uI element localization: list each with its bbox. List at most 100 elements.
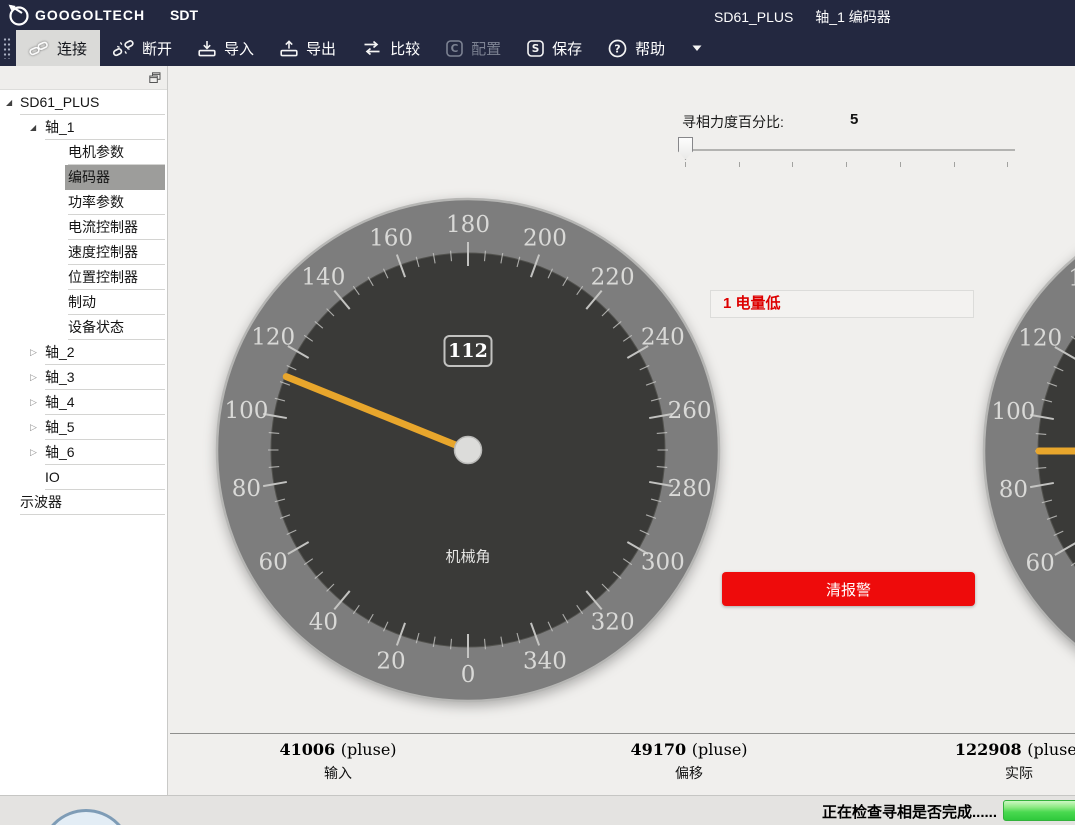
gauge-title: 机械角 [445,549,490,566]
gauge-tick-label: 0 [461,662,476,688]
broken-link-icon [113,39,134,57]
compare-button[interactable]: 比较 [349,30,433,66]
alarm-item[interactable]: 1 电量低 [723,291,781,317]
disconnect-button[interactable]: 断开 [100,30,185,66]
readout-label: 偏移 [569,763,809,783]
tree-item-label: 功率参数 [68,190,124,215]
gauge-tick-label: 60 [259,550,288,576]
save-button[interactable]: S 保存 [514,30,595,66]
toolbar-buttons: 连接断开导入导出比较 C 配置 S 保存 ?帮助 [16,30,716,66]
sidebar-item-axis-6[interactable]: ▷ 轴_6 [0,440,167,465]
tree-item-label: 制动 [68,290,96,315]
compare-icon [362,40,382,56]
config-button[interactable]: C 配置 [433,30,514,66]
gauge-tick-label: 320 [591,609,635,635]
collapse-icon[interactable]: ◢ [30,115,36,140]
readout-separator [170,733,1075,734]
readout-value: 49170 (pluse) [569,740,809,759]
context-device: SD61_PLUS [714,9,793,25]
app-name: SDT [170,7,198,23]
readout-value: 41006 (pluse) [218,740,458,759]
mechanical-angle-gauge: 0204060801001201401601802002202402602803… [208,190,728,710]
sidebar-item-power-params[interactable]: 功率参数 [0,190,167,215]
sidebar-item-sd61-plus[interactable]: ◢ SD61_PLUS [0,90,167,115]
collapse-icon[interactable]: ◢ [6,90,12,115]
expand-icon[interactable]: ▷ [30,440,37,465]
config-letter-icon: C [446,40,463,57]
sidebar-item-brake[interactable]: 制动 [0,290,167,315]
phase-strength-label: 寻相力度百分比: [682,112,784,132]
tree-item-label: SD61_PLUS [20,90,99,115]
sidebar-item-axis-5[interactable]: ▷轴_5 [0,415,167,440]
toolbar: 连接断开导入导出比较 C 配置 S 保存 ?帮助 [0,30,1075,66]
sidebar-item-position-controller[interactable]: 位置控制器 [0,265,167,290]
titlebar-context: SD61_PLUS 轴_1 编码器 [714,7,891,27]
status-message: 正在检查寻相是否完成...... [822,801,997,822]
tree-item-label: 设备状态 [68,315,124,340]
gauge-tick-label: 340 [523,648,567,674]
gauge-tick-label: 280 [668,476,712,502]
gauge-tick-label: 260 [668,398,712,424]
gauge-tick-label: 300 [641,550,685,576]
brand-text: GOOGOLTECH [35,7,145,23]
toolbar-button-label: 连接 [57,38,87,59]
tree-item-label: 示波器 [20,490,62,515]
status-logo-arc [40,809,132,825]
float-panel-icon[interactable] [149,71,161,89]
help-button[interactable]: ?帮助 [595,30,678,66]
readout-label: 实际 [899,763,1075,783]
export-icon [280,40,298,57]
expand-icon[interactable]: ▷ [30,365,37,390]
sidebar-item-current-controller[interactable]: 电流控制器 [0,215,167,240]
sidebar-item-axis-2[interactable]: ▷ 轴_2 [0,340,167,365]
expand-icon[interactable]: ▷ [30,415,37,440]
sidebar-item-device-status[interactable]: 设备状态 [0,315,167,340]
tree-item-label: 轴_2 [45,340,75,365]
tree-item-label: 轴_4 [45,390,75,415]
tree-item-label: 轴_6 [45,440,75,465]
slider-tick-mark [685,162,686,167]
toolbar-overflow-button[interactable] [678,30,716,66]
connect-button[interactable]: 连接 [16,30,100,66]
import-icon [198,40,216,57]
sidebar-item-motor-params[interactable]: 电机参数 [0,140,167,165]
export-button[interactable]: 导出 [267,30,349,66]
toolbar-button-label: 配置 [471,38,501,59]
progress-bar [1003,800,1075,821]
sidebar-item-axis-3[interactable]: ▷ 轴_3 [0,365,167,390]
sidebar-item-axis-1[interactable]: ◢轴_1 [0,115,167,140]
sidebar-item-oscilloscope[interactable]: 示波器 [0,490,167,515]
sidebar-item-axis-4[interactable]: ▷ 轴_4 [0,390,167,415]
slider-tick-mark [846,162,847,167]
sidebar-item-speed-controller[interactable]: 速度控制器 [0,240,167,265]
statusbar: 正在检查寻相是否完成...... [0,795,1075,825]
alarm-list: 1 电量低 [710,290,974,318]
sidebar-item-io[interactable]: IO [0,465,167,490]
save-letter-icon: S [527,40,544,57]
phase-strength-value: 5 [850,111,858,128]
gauge-hub [455,437,482,464]
sidebar-item-encoder[interactable]: 编码器 [0,165,167,190]
expand-icon[interactable]: ▷ [30,390,37,415]
toolbar-grip-handle[interactable] [3,37,11,59]
tree-item-label: 电机参数 [68,140,124,165]
clear-alarm-button[interactable]: 清报警 [722,572,975,606]
gauge-tick-label: 120 [251,325,295,351]
tree-item-label: 速度控制器 [68,240,138,265]
svg-text:S: S [532,43,540,55]
import-button[interactable]: 导入 [185,30,267,66]
phase-strength-slider-track[interactable] [684,149,1015,151]
tree-item-label: 电流控制器 [68,215,138,240]
sidebar: ◢SD61_PLUS◢轴_1电机参数编码器功率参数电流控制器速度控制器位置控制器… [0,66,168,795]
gauge-tick-label: 240 [641,325,685,351]
tree-item-label: 轴_3 [45,365,75,390]
gauge-tick-label: 100 [991,399,1035,425]
readout-0: 41006 (pluse)输入 [218,740,458,783]
gauge-tick-label: 100 [224,398,268,424]
readout-2: 122908 (pluse)实际 [899,740,1075,783]
expand-icon[interactable]: ▷ [30,340,37,365]
toolbar-button-label: 保存 [552,38,582,59]
gauge-tick-label: 40 [309,609,338,635]
navigation-tree: ◢SD61_PLUS◢轴_1电机参数编码器功率参数电流控制器速度控制器位置控制器… [0,90,167,795]
phase-strength-slider-thumb[interactable] [678,137,693,160]
